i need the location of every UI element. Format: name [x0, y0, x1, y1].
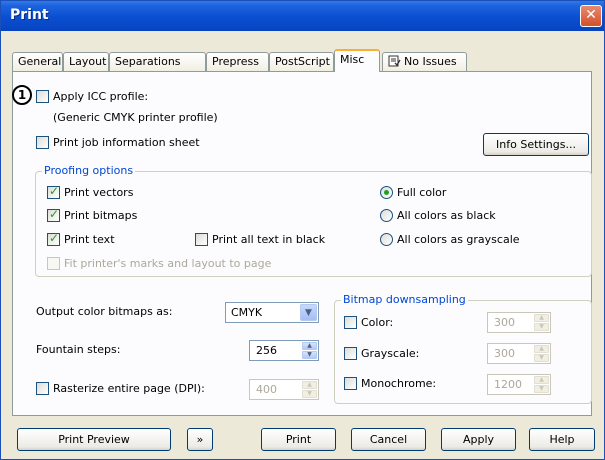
- issues-icon: [388, 55, 401, 67]
- tab-prepress[interactable]: Prepress: [206, 52, 269, 71]
- down-arrow-icon[interactable]: ▼: [302, 390, 317, 398]
- cancel-button[interactable]: Cancel: [351, 428, 426, 451]
- close-button[interactable]: ✕: [580, 5, 602, 27]
- tab-label: General: [18, 55, 62, 68]
- bitmap-downsampling-title: Bitmap downsampling: [341, 293, 468, 306]
- full-color-radio[interactable]: [380, 186, 393, 199]
- apply-icc-checkbox[interactable]: [36, 90, 49, 103]
- callout-marker: 1: [12, 85, 32, 105]
- double-arrow-icon: »: [196, 433, 204, 446]
- info-settings-button[interactable]: Info Settings...: [483, 133, 589, 156]
- print-vectors-checkbox[interactable]: [47, 184, 60, 199]
- print-bitmaps-checkbox[interactable]: [47, 207, 60, 222]
- icc-profile-name: (Generic CMYK printer profile): [53, 111, 218, 124]
- stepper-arrows[interactable]: ▲ ▼: [534, 376, 549, 393]
- down-arrow-icon[interactable]: ▼: [302, 351, 317, 359]
- downsample-color-checkbox[interactable]: [344, 316, 357, 329]
- up-arrow-icon[interactable]: ▲: [534, 376, 549, 384]
- tab-postscript[interactable]: PostScript: [269, 52, 334, 71]
- downsample-color-value: 300: [494, 316, 515, 329]
- print-text-checkbox[interactable]: [47, 231, 60, 246]
- up-arrow-icon[interactable]: ▲: [534, 314, 549, 322]
- close-icon: ✕: [585, 7, 597, 23]
- apply-button[interactable]: Apply: [441, 428, 516, 451]
- full-color-label: Full color: [397, 186, 447, 199]
- fit-marks-label: Fit printer's marks and layout to page: [64, 257, 272, 270]
- output-bitmaps-select[interactable]: CMYK ▼: [225, 302, 319, 323]
- tab-label: Layout: [69, 55, 107, 68]
- output-bitmaps-value: CMYK: [231, 306, 263, 319]
- downsample-grayscale-checkbox[interactable]: [344, 347, 357, 360]
- tab-label: No Issues: [404, 55, 457, 68]
- print-all-text-black-label: Print all text in black: [212, 233, 326, 246]
- tab-label: PostScript: [275, 55, 330, 68]
- tab-no-issues[interactable]: No Issues: [382, 52, 467, 71]
- all-colors-black-radio[interactable]: [380, 209, 393, 222]
- downsample-monochrome-checkbox[interactable]: [344, 377, 357, 390]
- downsample-color-stepper[interactable]: 300 ▲ ▼: [487, 312, 551, 333]
- apply-icc-label: Apply ICC profile:: [53, 90, 149, 103]
- fountain-steps-value: 256: [256, 344, 277, 357]
- print-preview-button[interactable]: Print Preview: [17, 428, 171, 451]
- fit-marks-checkbox[interactable]: [47, 257, 60, 270]
- print-bitmaps-label: Print bitmaps: [64, 209, 138, 222]
- down-arrow-icon[interactable]: ▼: [534, 323, 549, 331]
- window-title: Print: [10, 7, 49, 23]
- rasterize-checkbox[interactable]: [36, 382, 49, 395]
- stepper-arrows[interactable]: ▲ ▼: [534, 314, 549, 331]
- downsample-grayscale-label: Grayscale:: [361, 347, 420, 360]
- downsample-color-label: Color:: [361, 316, 394, 329]
- downsample-grayscale-stepper[interactable]: 300 ▲ ▼: [487, 343, 551, 364]
- print-job-info-label: Print job information sheet: [53, 136, 200, 149]
- stepper-arrows[interactable]: ▲ ▼: [302, 381, 317, 398]
- print-text-label: Print text: [64, 233, 115, 246]
- tab-label: Prepress: [212, 55, 259, 68]
- all-colors-black-label: All colors as black: [397, 209, 496, 222]
- print-all-text-black-checkbox[interactable]: [195, 233, 208, 246]
- rasterize-dpi-stepper[interactable]: 400 ▲ ▼: [249, 379, 319, 400]
- rasterize-label: Rasterize entire page (DPI):: [53, 382, 205, 395]
- tab-general[interactable]: General: [12, 52, 63, 71]
- print-dialog: Print ✕ General Layout Separations Prepr…: [0, 0, 605, 460]
- print-button[interactable]: Print: [261, 428, 336, 451]
- downsample-monochrome-stepper[interactable]: 1200 ▲ ▼: [487, 374, 551, 395]
- downsample-monochrome-value: 1200: [494, 378, 522, 391]
- print-job-info-checkbox[interactable]: [36, 136, 49, 149]
- fountain-steps-stepper[interactable]: 256 ▲ ▼: [249, 340, 319, 361]
- all-colors-grayscale-radio[interactable]: [380, 233, 393, 246]
- tab-misc[interactable]: Misc: [334, 49, 380, 72]
- preview-toggle-button[interactable]: »: [187, 428, 213, 451]
- title-bar[interactable]: Print ✕: [1, 1, 604, 31]
- down-arrow-icon[interactable]: ▼: [534, 385, 549, 393]
- chevron-down-icon[interactable]: ▼: [300, 304, 317, 321]
- print-vectors-label: Print vectors: [64, 186, 134, 199]
- stepper-arrows[interactable]: ▲ ▼: [302, 342, 317, 359]
- tab-label: Separations: [115, 55, 181, 68]
- all-colors-grayscale-label: All colors as grayscale: [397, 233, 520, 246]
- up-arrow-icon[interactable]: ▲: [534, 345, 549, 353]
- rasterize-dpi-value: 400: [256, 383, 277, 396]
- output-bitmaps-label: Output color bitmaps as:: [36, 305, 173, 318]
- stepper-arrows[interactable]: ▲ ▼: [534, 345, 549, 362]
- up-arrow-icon[interactable]: ▲: [302, 342, 317, 350]
- proofing-options-title: Proofing options: [42, 164, 136, 177]
- down-arrow-icon[interactable]: ▼: [534, 354, 549, 362]
- tab-layout[interactable]: Layout: [63, 52, 109, 71]
- downsample-monochrome-label: Monochrome:: [361, 377, 437, 390]
- help-button[interactable]: Help: [529, 428, 595, 451]
- downsample-grayscale-value: 300: [494, 347, 515, 360]
- up-arrow-icon[interactable]: ▲: [302, 381, 317, 389]
- fountain-steps-label: Fountain steps:: [36, 343, 121, 356]
- tab-label: Misc: [340, 53, 365, 66]
- tab-separations[interactable]: Separations: [109, 52, 206, 71]
